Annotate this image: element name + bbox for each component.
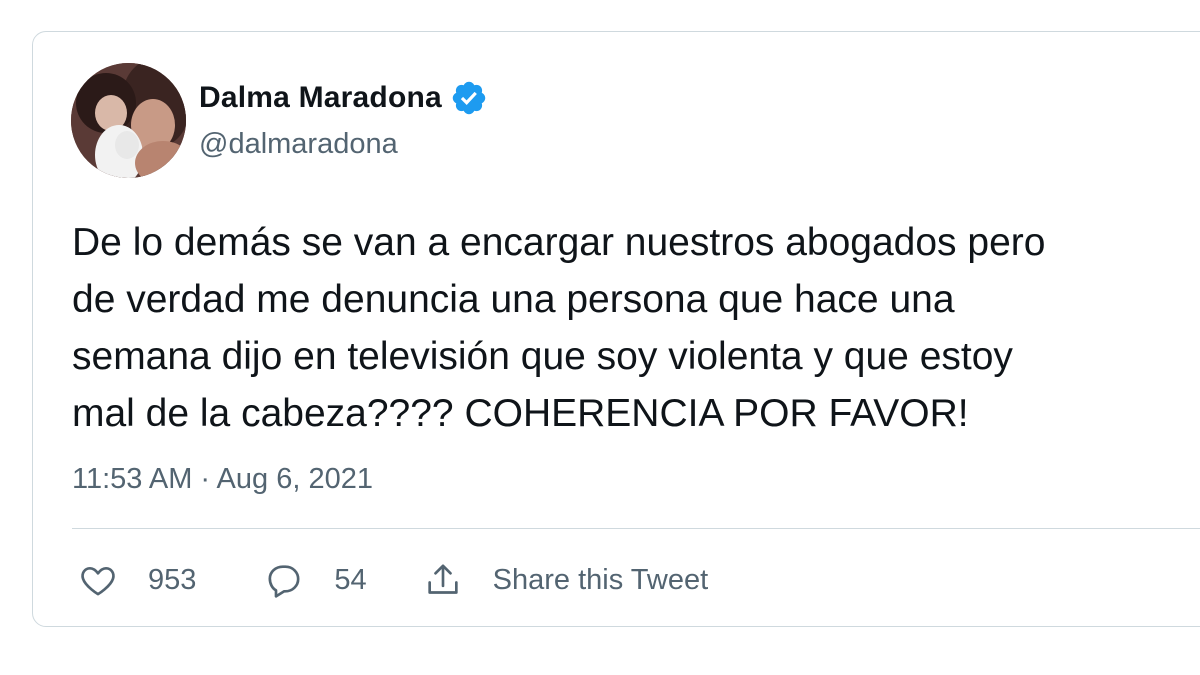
avatar-photo-icon bbox=[71, 63, 186, 178]
tweet-card: Dalma Maradona @dalmaradona De lo demás … bbox=[32, 31, 1200, 627]
reply-bubble-icon bbox=[268, 565, 300, 598]
reply-count: 54 bbox=[334, 563, 367, 596]
avatar[interactable] bbox=[71, 63, 186, 178]
share-label: Share this Tweet bbox=[492, 563, 709, 596]
divider bbox=[72, 528, 1200, 529]
author-name-row: Dalma Maradona bbox=[199, 79, 488, 117]
tweet-text-line: De lo demás se van a encargar nuestros a… bbox=[72, 221, 1046, 264]
verified-badge-icon bbox=[452, 81, 486, 115]
tweet-actions: 953 54 Share this Tweet bbox=[78, 558, 708, 602]
share-upload-icon bbox=[427, 564, 458, 594]
like-count: 953 bbox=[148, 563, 197, 596]
tweet-text: De lo demás se van a encargar nuestros a… bbox=[72, 214, 1200, 442]
share-button[interactable]: Share this Tweet bbox=[423, 560, 708, 600]
author-handle[interactable]: @dalmaradona bbox=[199, 128, 398, 161]
tweet-text-line: mal de la cabeza???? COHERENCIA POR FAVO… bbox=[72, 392, 969, 435]
heart-icon bbox=[81, 567, 115, 596]
reply-button[interactable]: 54 bbox=[264, 560, 367, 600]
like-button[interactable]: 953 bbox=[78, 560, 196, 600]
tweet-text-line: semana dijo en televisión que soy violen… bbox=[72, 335, 1013, 378]
author-display-name[interactable]: Dalma Maradona bbox=[199, 81, 442, 115]
tweet-timestamp[interactable]: 11:53 AM · Aug 6, 2021 bbox=[72, 463, 373, 496]
tweet-text-line: de verdad me denuncia una persona que ha… bbox=[72, 278, 955, 321]
